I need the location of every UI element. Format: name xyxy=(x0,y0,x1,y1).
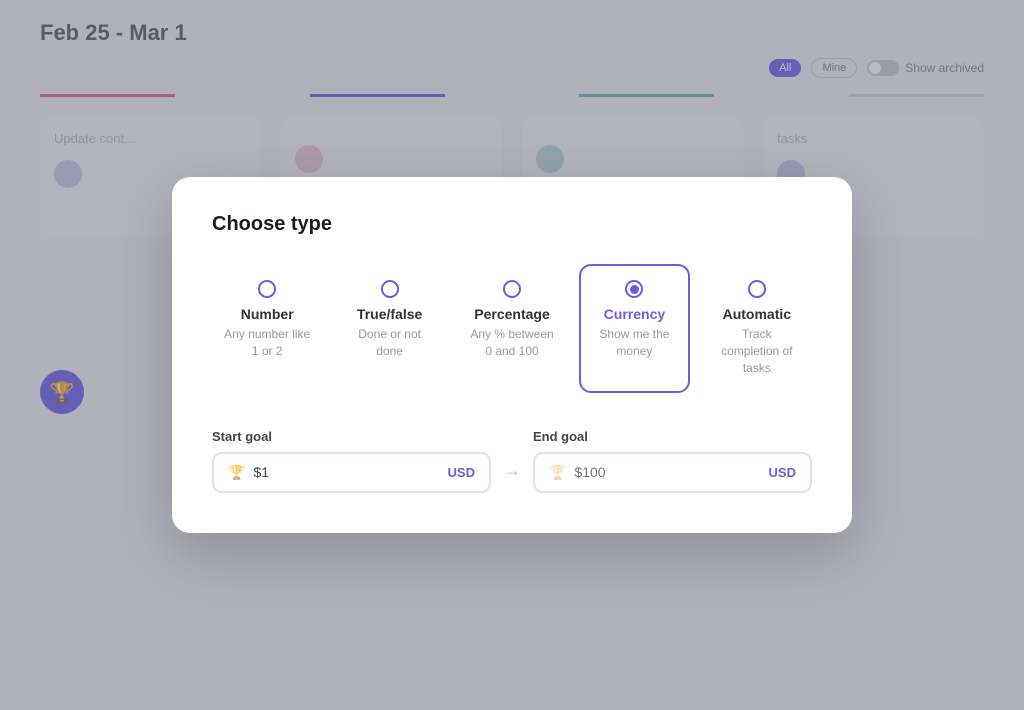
radio-percentage xyxy=(503,280,521,298)
arrow-right-icon: → xyxy=(503,460,521,481)
type-desc-automatic: Track completion of tasks xyxy=(714,326,800,376)
end-goal-currency: USD xyxy=(769,465,796,480)
type-options-container: Number Any number like 1 or 2 True/false… xyxy=(212,264,812,392)
start-goal-input[interactable] xyxy=(253,464,439,480)
type-desc-currency: Show me the money xyxy=(591,326,677,360)
radio-currency xyxy=(625,280,643,298)
radio-automatic xyxy=(748,280,766,298)
end-goal-input[interactable] xyxy=(574,464,760,480)
type-desc-percentage: Any % between 0 and 100 xyxy=(469,326,555,360)
type-label-automatic: Automatic xyxy=(723,306,791,322)
end-goal-trophy-icon: 🏆 xyxy=(549,464,566,481)
type-desc-number: Any number like 1 or 2 xyxy=(224,326,310,360)
modal-title: Choose type xyxy=(212,213,812,236)
end-goal-field: End goal 🏆 USD xyxy=(533,429,812,493)
goal-row: Start goal 🏆 USD → End goal 🏆 USD xyxy=(212,429,812,493)
start-goal-currency: USD xyxy=(448,465,475,480)
start-goal-field: Start goal 🏆 USD xyxy=(212,429,491,493)
type-option-percentage[interactable]: Percentage Any % between 0 and 100 xyxy=(457,264,567,392)
type-label-number: Number xyxy=(241,306,294,322)
modal-overlay: Choose type Number Any number like 1 or … xyxy=(0,0,1024,710)
type-option-true-false[interactable]: True/false Done or not done xyxy=(334,264,444,392)
radio-number xyxy=(258,280,276,298)
type-label-currency: Currency xyxy=(604,306,665,322)
start-goal-trophy-icon: 🏆 xyxy=(228,464,245,481)
type-option-currency[interactable]: Currency Show me the money xyxy=(579,264,689,392)
choose-type-modal: Choose type Number Any number like 1 or … xyxy=(172,177,852,532)
type-option-number[interactable]: Number Any number like 1 or 2 xyxy=(212,264,322,392)
radio-true-false xyxy=(381,280,399,298)
type-label-true-false: True/false xyxy=(357,306,422,322)
type-desc-true-false: Done or not done xyxy=(346,326,432,360)
start-goal-label: Start goal xyxy=(212,429,491,444)
type-label-percentage: Percentage xyxy=(474,306,549,322)
end-goal-label: End goal xyxy=(533,429,812,444)
start-goal-input-wrapper[interactable]: 🏆 USD xyxy=(212,452,491,493)
end-goal-input-wrapper[interactable]: 🏆 USD xyxy=(533,452,812,493)
type-option-automatic[interactable]: Automatic Track completion of tasks xyxy=(702,264,812,392)
